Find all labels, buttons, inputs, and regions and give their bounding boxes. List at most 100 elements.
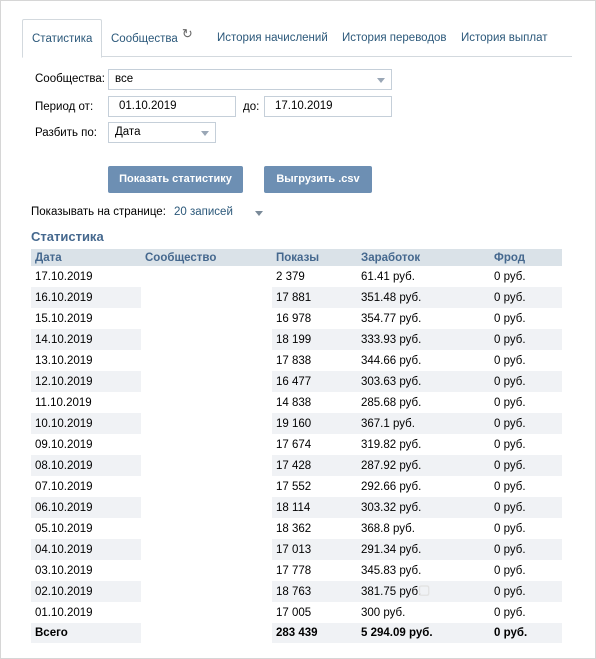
cell-earnings: 333.93 руб. [357,329,490,350]
cell-earnings: 368.8 руб. [361,522,415,535]
cell-date: 12.10.2019 [31,371,141,392]
chevron-down-icon [201,131,209,136]
export-csv-button[interactable]: Выгрузить .csv [264,166,372,193]
total-label: Всего [31,623,141,643]
total-fraud: 0 руб. [490,623,562,643]
cell-community [141,392,272,413]
tab-communities[interactable]: Сообщества ↻ [111,19,193,56]
tab-accrual-history[interactable]: История начислений [217,19,328,56]
cell-date: 03.10.2019 [35,564,93,577]
cell-date: 05.10.2019 [35,522,93,535]
cell-earnings: 351.48 руб. [357,287,490,308]
cell-earnings: 303.32 руб. [357,497,490,518]
split-by-select[interactable]: Дата [108,122,216,143]
tab-bar: Статистика Сообщества ↻ История начислени… [22,19,572,58]
cell-views: 19 160 [272,413,357,434]
tab-transfer-history[interactable]: История переводов [342,19,447,56]
chevron-down-icon [377,78,385,83]
cell-earnings: 291.34 руб. [357,539,490,560]
total-views: 283 439 [272,623,357,643]
cell-date: 02.10.2019 [31,581,141,602]
cell-date: 01.10.2019 [35,606,93,619]
cell-date: 08.10.2019 [31,455,141,476]
cell-fraud: 0 руб. [490,329,562,350]
cell-earnings: 303.63 руб. [357,371,490,392]
cell-views: 18 199 [272,329,357,350]
cell-views: 17 428 [272,455,357,476]
tab-payout-history[interactable]: История выплат [461,19,548,56]
header-fraud[interactable]: Фрод [490,249,562,266]
cell-views: 18 114 [272,497,357,518]
cell-community [141,287,272,308]
header-date[interactable]: Дата [31,249,141,266]
table-row: 03.10.2019 17 778 345.83 руб. 0 руб. [31,560,562,581]
table-header-row: Дата Сообщество Показы Заработок Фрод [31,249,562,266]
cell-community [141,497,272,518]
cell-community [141,308,272,329]
cell-earnings: 285.68 руб. [361,396,422,409]
cell-community [141,539,272,560]
cell-fraud: 0 руб. [494,606,526,619]
cell-fraud: 0 руб. [494,480,526,493]
cell-date: 13.10.2019 [35,354,93,367]
cell-date: 11.10.2019 [35,396,92,409]
cell-fraud: 0 руб. [490,371,562,392]
cell-fraud: 0 руб. [494,438,526,451]
cell-fraud: 0 руб. [494,564,526,577]
cell-date: 09.10.2019 [35,438,93,451]
cell-date: 15.10.2019 [35,312,93,325]
cell-fraud: 0 руб. [494,354,526,367]
table-row: 09.10.2019 17 674 319.82 руб. 0 руб. [31,434,562,455]
table-row: 06.10.2019 18 114 303.32 руб. 0 руб. [31,497,562,518]
cell-fraud: 0 руб. [490,287,562,308]
total-community [141,623,272,643]
per-page-select[interactable]: 20 записей [174,206,233,218]
cell-views: 17 838 [276,354,312,367]
cell-views: 16 477 [272,371,357,392]
cell-earnings: 61.41 руб. [361,270,415,283]
cell-earnings: 344.66 руб. [361,354,422,367]
cell-views: 17 005 [276,606,312,619]
per-page-label: Показывать на странице: [31,206,166,218]
cell-earnings: 354.77 руб. [361,312,422,325]
cell-fraud: 0 руб. [490,581,562,602]
cell-fraud: 0 руб. [494,522,526,535]
total-earnings: 5 294.09 руб. [357,623,490,643]
cell-views: 17 013 [272,539,357,560]
cell-community [141,560,272,581]
cell-fraud: 0 руб. [490,539,562,560]
cell-community [141,266,272,287]
cell-views: 16 978 [276,312,312,325]
chevron-down-icon[interactable] [255,211,263,216]
cell-fraud: 0 руб. [490,497,562,518]
cell-community [141,581,272,602]
header-community[interactable]: Сообщество [141,249,272,266]
period-to-input[interactable]: 17.10.2019 [264,96,392,117]
header-earnings[interactable]: Заработок [357,249,490,266]
cell-date: 06.10.2019 [31,497,141,518]
communities-select[interactable]: все [108,69,392,90]
cell-community [141,329,272,350]
cell-fraud: 0 руб. [490,455,562,476]
table-row: 13.10.2019 17 838 344.66 руб. 0 руб. [31,350,562,371]
communities-value: все [115,73,134,85]
table-row: 16.10.2019 17 881 351.48 руб. 0 руб. [31,287,562,308]
cell-earnings: 367.1 руб. [357,413,490,434]
cell-views: 17 778 [276,564,312,577]
cell-date: 16.10.2019 [31,287,141,308]
cell-community [141,371,272,392]
cell-views: 17 674 [276,438,312,451]
header-views[interactable]: Показы [272,249,357,266]
cell-fraud: 0 руб. [494,396,526,409]
table-total-row: Всего 283 439 5 294.09 руб. 0 руб. [31,623,562,643]
period-from-input[interactable]: 01.10.2019 [108,96,236,117]
cell-date: 04.10.2019 [31,539,141,560]
table-row: 11.10.2019 14 838 285.68 руб. 0 руб. [31,392,562,413]
cell-views: 18 362 [276,522,312,535]
tab-statistics[interactable]: Статистика [22,19,103,58]
refresh-icon[interactable]: ↻ [182,15,193,53]
show-stats-button[interactable]: Показать статистику [108,166,243,193]
table-row: 05.10.2019 18 362 368.8 руб. 0 руб. [31,518,562,539]
cell-views: 17 552 [276,480,312,493]
cell-date: 14.10.2019 [31,329,141,350]
